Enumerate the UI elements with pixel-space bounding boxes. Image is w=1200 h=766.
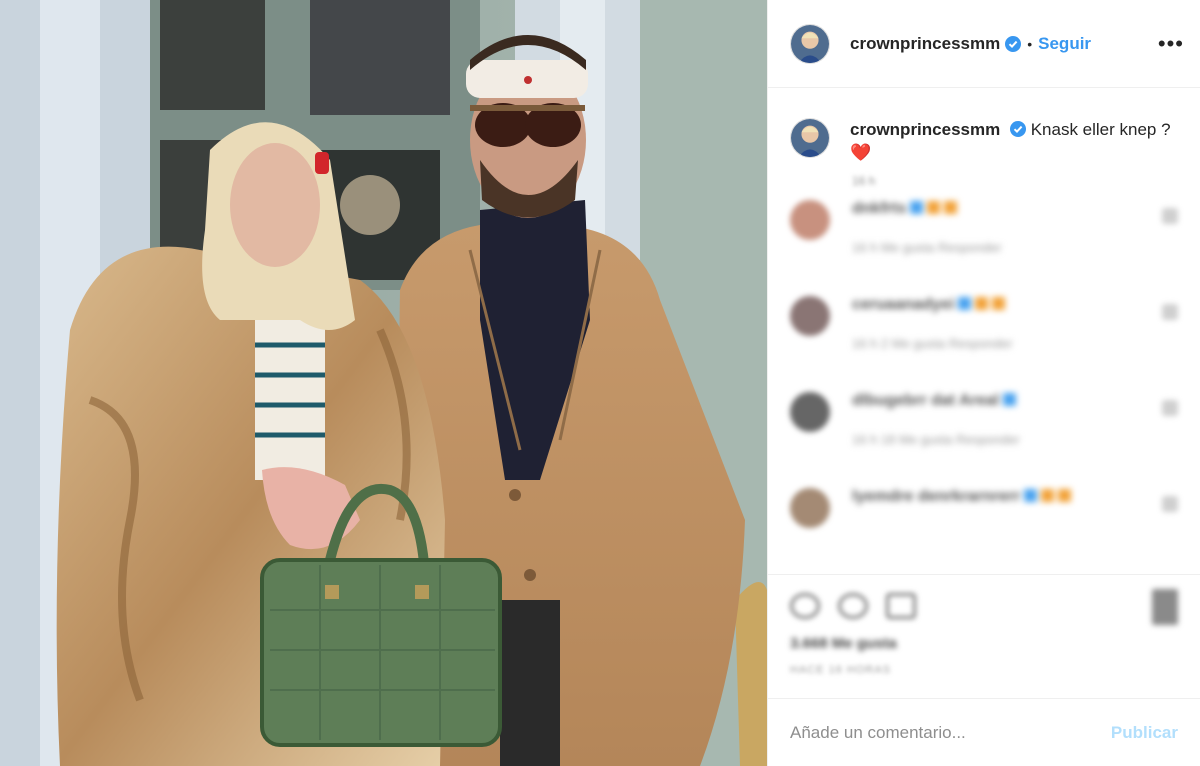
comment-like-icon[interactable] [1162, 496, 1178, 512]
comment-list: dnkfrts 16 h Me gusta Responder ceruaanady… [790, 200, 1178, 570]
post-header: crownprincessmm • Seguir ••• [768, 0, 1200, 88]
comment-row: dnkfrts 16 h Me gusta Responder [790, 200, 1178, 282]
profile-avatar[interactable] [790, 23, 830, 64]
emoji-icon [1002, 393, 1016, 406]
heart-emoji-icon: ❤️ [850, 143, 872, 162]
publish-button[interactable]: Publicar [1111, 723, 1178, 743]
emoji-icon [1024, 489, 1038, 502]
comment-text: ceruaanadyei [852, 296, 1012, 314]
more-options-icon[interactable]: ••• [1158, 32, 1184, 55]
add-comment-bar: Publicar [768, 698, 1200, 766]
share-icon[interactable] [886, 593, 916, 619]
comment-text: lyemdre denrkrarnrerr [852, 488, 1072, 506]
emoji-icon [975, 297, 989, 310]
caption-time: 16 h [852, 174, 876, 186]
post-caption: crownprincessmm Knask eller knep ? ❤️ [790, 118, 1178, 164]
follow-button[interactable]: Seguir [1038, 34, 1091, 54]
comment-like-icon[interactable] [1162, 304, 1178, 320]
photo-illustration [0, 0, 767, 766]
commenter-username[interactable]: lyemdre denrkrarnrerr [852, 488, 1020, 505]
comments-section: crownprincessmm Knask eller knep ? ❤️ 16… [768, 88, 1200, 574]
comment-body: dnkfrts 16 h Me gusta Responder [852, 200, 1002, 282]
comment-row: lyemdre denrkrarnrerr [790, 488, 1178, 570]
comment-like-icon[interactable] [1162, 208, 1178, 224]
header-username[interactable]: crownprincessmm [850, 34, 1000, 54]
action-icons [790, 593, 1178, 619]
header-separator: • [1027, 35, 1033, 52]
avatar-image [791, 119, 829, 157]
comment-meta[interactable]: 16 h 2 Me gusta Responder [852, 336, 1012, 351]
comment-row: dlbugebrr dat Areal 16 h 18 Me gusta Resp… [790, 392, 1178, 474]
emoji-icon [910, 201, 924, 214]
comment-meta[interactable]: 16 h Me gusta Responder [852, 240, 1002, 255]
emoji-icon [1041, 489, 1055, 502]
commenter-avatar[interactable] [790, 296, 830, 336]
comment-meta[interactable]: 16 h 18 Me gusta Responder [852, 432, 1020, 447]
caption-avatar[interactable] [790, 118, 830, 158]
comment-body: ceruaanadyei 16 h 2 Me gusta Responder [852, 296, 1012, 378]
verified-badge-icon [1009, 121, 1026, 137]
emoji-icon [927, 201, 941, 214]
comment-input[interactable] [790, 722, 1111, 743]
commenter-username[interactable]: ceruaanadyei [852, 296, 954, 313]
instagram-post: crownprincessmm • Seguir ••• crownprince… [0, 0, 1200, 766]
comment-row: ceruaanadyei 16 h 2 Me gusta Responder [790, 296, 1178, 378]
emoji-icon [958, 297, 972, 310]
post-actions: 3.668 Me gusta HACE 16 HORAS [768, 574, 1200, 698]
post-date: HACE 16 HORAS [790, 664, 892, 676]
commenter-avatar[interactable] [790, 200, 830, 240]
commenter-username[interactable]: dlbugebrr dat Areal [852, 392, 999, 409]
emoji-icon [944, 201, 958, 214]
commenter-avatar[interactable] [790, 392, 830, 432]
commenter-avatar[interactable] [790, 488, 830, 528]
post-sidebar: crownprincessmm • Seguir ••• crownprince… [767, 0, 1200, 766]
bookmark-icon[interactable] [1152, 589, 1178, 625]
caption-text: Knask eller knep ? [1030, 120, 1171, 139]
commenter-username[interactable]: dnkfrts [852, 200, 906, 217]
comment-text: dnkfrts [852, 200, 1002, 218]
comment-body: lyemdre denrkrarnrerr [852, 488, 1072, 570]
avatar-image [791, 24, 829, 63]
likes-count[interactable]: 3.668 Me gusta [790, 635, 1178, 652]
emoji-icon [1058, 489, 1072, 502]
emoji-icon [992, 297, 1006, 310]
comment-body: dlbugebrr dat Areal 16 h 18 Me gusta Resp… [852, 392, 1020, 474]
like-heart-icon[interactable] [790, 593, 820, 619]
verified-badge-icon [1005, 35, 1022, 52]
caption-username[interactable]: crownprincessmm [850, 120, 1000, 139]
comment-text: dlbugebrr dat Areal [852, 392, 1020, 410]
comment-bubble-icon[interactable] [838, 593, 868, 619]
post-photo[interactable] [0, 0, 767, 766]
caption-text-block: crownprincessmm Knask eller knep ? ❤️ [850, 118, 1178, 164]
comment-like-icon[interactable] [1162, 400, 1178, 416]
